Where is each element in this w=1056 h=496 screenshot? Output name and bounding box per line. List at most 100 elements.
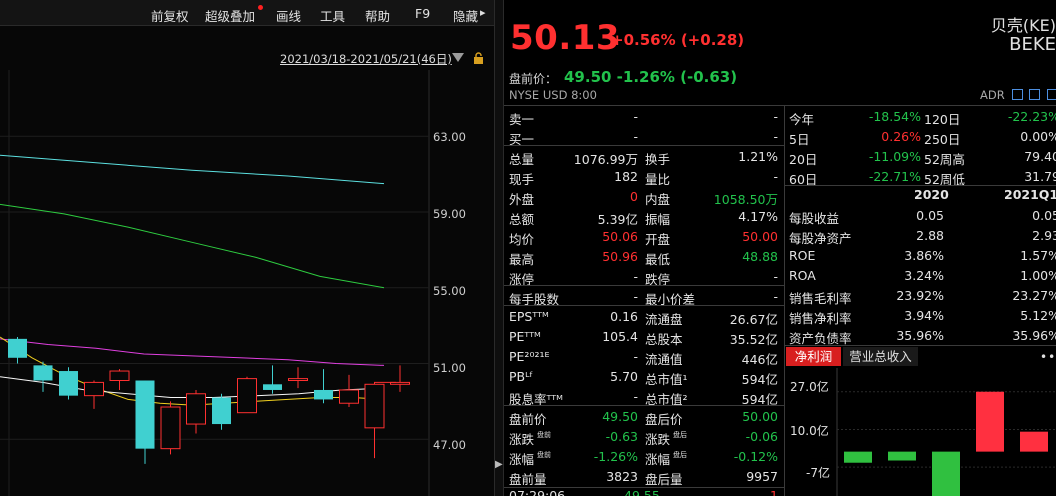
quote-value: 3823 (606, 469, 638, 484)
quote-value: 49.50 (602, 409, 638, 424)
panel-divider[interactable] (494, 0, 504, 496)
date-range-row: 2021/03/18-2021/05/21(46日) (0, 48, 494, 70)
candle-body (212, 397, 231, 425)
stock-code: BEKE (1009, 34, 1056, 55)
financial-value-2020: 2.88 (916, 228, 944, 243)
profit-bar (844, 451, 872, 463)
toolbar-item-super-overlay[interactable]: 超级叠加 (205, 6, 255, 25)
quote-row: PBᴸᶠ 5.70 总市值¹ 594亿 (504, 366, 784, 387)
divider (504, 305, 784, 306)
financial-row: 销售毛利率 23.92% 23.27% (784, 285, 1056, 306)
quote-value: 182 (614, 169, 638, 184)
current-price: 50.13 (510, 18, 621, 58)
chart-panel[interactable]: 前复权 超级叠加 画线 工具 帮助 F9 隐藏 ▸ 2021/03/18-202… (0, 0, 494, 496)
candlestick-chart[interactable] (0, 70, 494, 496)
candle-body (135, 380, 155, 449)
perf-value: -18.54% (868, 109, 921, 124)
quote-label: PEᵀᵀᴹ (509, 329, 541, 344)
quote-value: - (773, 269, 778, 284)
date-range-label[interactable]: 2021/03/18-2021/05/21(46日) (280, 51, 452, 67)
chart-toolbar: 前复权 超级叠加 画线 工具 帮助 F9 隐藏 ▸ (0, 0, 494, 26)
quote-row: 均价 50.06 开盘 50.00 (504, 226, 784, 247)
candle-body (263, 384, 282, 390)
toolbar-item-hide[interactable]: 隐藏 (453, 6, 478, 25)
financial-value-2021q1: 1.57% (1020, 248, 1056, 263)
price-change: +0.56% (+0.28) (611, 31, 745, 49)
quote-value: 0.16 (610, 309, 638, 324)
candle-body (364, 383, 385, 429)
quote-row: 盘前量 3823 盘后量 9957 (504, 466, 784, 487)
quote-row: 总量 1076.99万 换手 1.21% (504, 146, 784, 167)
quote-value: 0 (630, 189, 638, 204)
quote-row: EPSᵀᵀᴹ 0.16 流通盘 26.67亿 (504, 306, 784, 327)
toolbar-item-f9[interactable]: F9 (415, 6, 430, 21)
quote-value: - (773, 289, 778, 304)
quote-value: 5.70 (610, 369, 638, 384)
performance-row: 20日-11.09%52周高79.40 (784, 146, 1056, 167)
quote-value: 1.21% (738, 149, 778, 164)
moving-average-line (0, 203, 385, 289)
quote-value: - (633, 349, 638, 364)
quote-label: PE²⁰²¹ᴱ (509, 349, 550, 364)
quote-row: 盘前价 49.50 盘后价 50.00 (504, 406, 784, 427)
performance-row: 60日-22.71%52周低31.79 (784, 166, 1056, 187)
candle-body (339, 389, 359, 404)
performance-row: 今年 -18.54% 120日 -22.23% (784, 106, 1056, 127)
performance-row: 5日0.26%250日0.00% (784, 126, 1056, 147)
date-range-dropdown-icon[interactable] (452, 53, 464, 62)
tab-total-revenue[interactable]: 营业总收入 (843, 347, 918, 366)
financial-value-2020: 3.24% (904, 268, 944, 283)
profit-bar (976, 391, 1004, 452)
toolbar-item-draw-line[interactable]: 画线 (276, 6, 301, 25)
toolbar-item-forward-adjust[interactable]: 前复权 (151, 6, 189, 25)
financial-value-2021q1: 0.05 (1032, 208, 1056, 223)
candle-body (237, 378, 257, 414)
lock-icon[interactable] (473, 52, 484, 64)
divider (784, 185, 1056, 186)
candle-body (288, 378, 308, 382)
quote-row: 卖一 - - (504, 106, 784, 127)
quote-value: 9957 (746, 469, 778, 484)
divider (504, 145, 784, 146)
divider (504, 405, 784, 406)
quote-row: PE²⁰²¹ᴱ - 流通值 446亿 (504, 346, 784, 367)
fin-header-2020: 2020 (914, 187, 949, 202)
quote-value: -0.63 (605, 429, 638, 444)
moving-average-line (0, 338, 385, 366)
tab-net-profit[interactable]: 净利润 (786, 347, 841, 366)
perf-value: -11.09% (868, 149, 921, 164)
quote-row: 每手股数 - 最小价差 - (504, 286, 784, 307)
more-icon[interactable]: ••• (1040, 350, 1056, 364)
financial-value-2020: 0.05 (916, 208, 944, 223)
y-tick-label: 55.00 (433, 284, 466, 298)
candle-body (59, 371, 78, 396)
y-tick-label: 47.00 (433, 438, 466, 452)
quote-value: - (633, 269, 638, 284)
premarket-label: 盘前价： (509, 72, 558, 86)
premarket-value: 49.50 -1.26% (-0.63) (564, 68, 738, 86)
toolbar-item-help[interactable]: 帮助 (365, 6, 390, 25)
financial-value-2021q1: 5.12% (1020, 308, 1056, 323)
collapse-arrow-icon[interactable]: ▶ (495, 459, 503, 470)
bar-y-tick: 10.0亿 (790, 424, 829, 438)
y-tick-label: 59.00 (433, 207, 466, 221)
financial-row: 每股净资产2.882.93 (784, 225, 1056, 246)
quote-row: 总额 5.39亿 振幅 4.17% (504, 206, 784, 227)
perf-value: -22.71% (868, 169, 921, 184)
financial-value-2020: 23.92% (896, 288, 944, 303)
toolbar-item-tools[interactable]: 工具 (320, 6, 345, 25)
financial-value-2021q1: 2.93 (1032, 228, 1056, 243)
quote-value: -0.12% (733, 449, 778, 464)
edit-icon-2[interactable] (1029, 89, 1040, 100)
toolbar-expand-icon[interactable]: ▸ (480, 6, 486, 19)
chart-icon[interactable] (1047, 89, 1056, 100)
perf-value: 79.40 (1024, 149, 1056, 164)
financial-value-2021q1: 35.96% (1012, 328, 1056, 343)
quote-label-suffix: 盘前 (537, 431, 551, 439)
edit-icon[interactable] (1012, 89, 1023, 100)
quote-row: 涨跌 盘前 -0.63 涨跌 盘后 -0.06 (504, 426, 784, 447)
tick-price: 49.55 (624, 488, 660, 496)
candle-body (84, 381, 104, 397)
quote-row: 最高 50.96 最低 48.88 (504, 246, 784, 267)
quote-row: 现手 182 量比 - (504, 166, 784, 187)
